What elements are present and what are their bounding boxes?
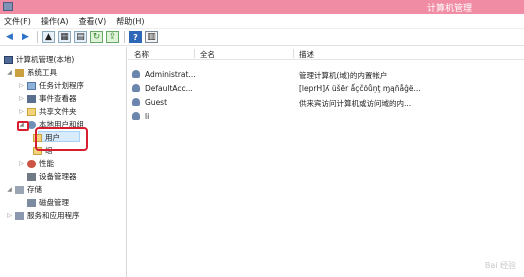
help-icon[interactable]: ? bbox=[129, 31, 142, 43]
tree-shared-folders[interactable]: ▷ 共享文件夹 bbox=[18, 106, 76, 117]
menu-action[interactable]: 操作(A) bbox=[41, 16, 69, 27]
menu-help[interactable]: 帮助(H) bbox=[116, 16, 144, 27]
performance-icon bbox=[27, 159, 36, 168]
tree-device-manager[interactable]: 设备管理器 bbox=[18, 171, 77, 182]
expand-icon[interactable]: ▷ bbox=[18, 95, 25, 102]
tree-system-tools[interactable]: ◢ 系统工具 bbox=[6, 67, 57, 78]
expand-icon[interactable]: ▷ bbox=[18, 108, 25, 115]
expand-icon[interactable]: ▷ bbox=[18, 82, 25, 89]
red-highlight-users bbox=[35, 127, 88, 151]
user-icon bbox=[132, 98, 140, 106]
tree-services-apps[interactable]: ▷ 服务和应用程序 bbox=[6, 210, 79, 221]
menu-file[interactable]: 文件(F) bbox=[4, 16, 31, 27]
user-icon bbox=[132, 84, 140, 92]
watermark: Bai 经验 bbox=[484, 261, 516, 270]
folder-up-icon[interactable]: ▲ bbox=[42, 31, 55, 43]
computer-management-icon bbox=[3, 2, 13, 11]
menu-bar: 文件(F) 操作(A) 查看(V) 帮助(H) bbox=[0, 14, 524, 29]
users-list: 名称 全名 描述 Administrat... 管理计算机(域)的内置帐户 De… bbox=[128, 47, 524, 277]
expand-icon[interactable]: ▷ bbox=[18, 160, 25, 167]
panel-icon[interactable]: ▥ bbox=[145, 31, 158, 43]
shared-folder-icon bbox=[27, 107, 36, 116]
list-item[interactable]: Guest 供来宾访问计算机或访问域的内... bbox=[128, 96, 524, 108]
list-item[interactable]: DefaultAcc... [leprH]ʎ üšēr ǻçčõůņţ ɱąñå… bbox=[128, 82, 524, 94]
tools-icon bbox=[15, 68, 24, 77]
export-icon[interactable]: ⇪ bbox=[106, 31, 119, 43]
window-title: 计算机管理 bbox=[426, 4, 472, 14]
collapse-icon[interactable]: ◢ bbox=[6, 69, 13, 76]
tree-performance[interactable]: ▷ 性能 bbox=[18, 158, 54, 169]
tree-storage[interactable]: ◢ 存储 bbox=[6, 184, 42, 195]
expand-icon[interactable]: ▷ bbox=[6, 212, 13, 219]
services-icon bbox=[15, 211, 24, 220]
menu-view[interactable]: 查看(V) bbox=[79, 16, 107, 27]
user-icon bbox=[132, 70, 140, 78]
tree-disk-management[interactable]: 磁盘管理 bbox=[18, 197, 69, 208]
list-header: 名称 全名 描述 bbox=[128, 47, 524, 60]
forward-arrow-icon[interactable]: ▶ bbox=[19, 31, 32, 43]
properties-icon[interactable]: ▤ bbox=[74, 31, 87, 43]
storage-icon bbox=[15, 185, 24, 194]
red-highlight-expander bbox=[17, 121, 29, 131]
tree-task-scheduler[interactable]: ▷ 任务计划程序 bbox=[18, 80, 84, 91]
task-scheduler-icon bbox=[27, 81, 36, 90]
column-description[interactable]: 描述 bbox=[299, 49, 314, 60]
list-item[interactable]: li bbox=[128, 110, 524, 122]
user-icon bbox=[132, 112, 140, 120]
navigation-tree: 计算机管理(本地) ◢ 系统工具 ▷ 任务计划程序 ▷ 事件查看器 ▷ 共享文件… bbox=[0, 47, 127, 277]
event-viewer-icon bbox=[27, 94, 36, 103]
device-manager-icon bbox=[27, 172, 36, 181]
tree-event-viewer[interactable]: ▷ 事件查看器 bbox=[18, 93, 76, 104]
column-fullname[interactable]: 全名 bbox=[200, 49, 215, 60]
computer-icon bbox=[4, 55, 13, 64]
toolbar: ◀ ▶ ▲ ▦ ▤ ↻ ⇪ ? ▥ bbox=[0, 29, 524, 46]
refresh-icon[interactable]: ↻ bbox=[90, 31, 103, 43]
tree-root[interactable]: 计算机管理(本地) bbox=[2, 54, 74, 65]
column-name[interactable]: 名称 bbox=[134, 49, 149, 60]
collapse-icon[interactable]: ◢ bbox=[6, 186, 13, 193]
show-hide-tree-icon[interactable]: ▦ bbox=[58, 31, 71, 43]
disk-icon bbox=[27, 198, 36, 207]
title-bar: 计算机管理 bbox=[0, 0, 524, 14]
back-arrow-icon[interactable]: ◀ bbox=[3, 31, 16, 43]
list-item[interactable]: Administrat... 管理计算机(域)的内置帐户 bbox=[128, 68, 524, 80]
